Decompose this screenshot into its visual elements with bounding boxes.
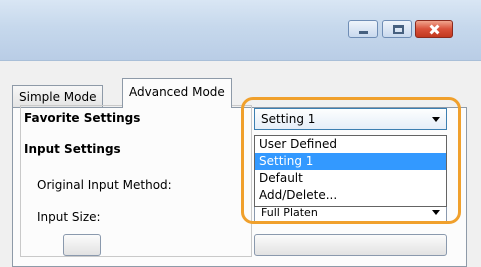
dropdown-option-add-delete[interactable]: Add/Delete... bbox=[255, 187, 446, 204]
dropdown-option-user-defined[interactable]: User Defined bbox=[255, 136, 446, 153]
dropdown-option-setting-1[interactable]: Setting 1 bbox=[255, 153, 446, 170]
close-button[interactable] bbox=[415, 20, 453, 38]
dropdown-option-default[interactable]: Default bbox=[255, 170, 446, 187]
favorite-settings-selected-value: Setting 1 bbox=[261, 112, 316, 126]
favorite-settings-select[interactable]: Setting 1 bbox=[254, 108, 447, 130]
preview-button[interactable] bbox=[63, 234, 101, 256]
chevron-down-icon bbox=[432, 117, 440, 122]
original-input-method-label: Original Input Method: bbox=[37, 178, 172, 192]
tab-simple-mode[interactable]: Simple Mode bbox=[12, 85, 104, 107]
minimize-button[interactable] bbox=[348, 20, 378, 38]
input-size-label: Input Size: bbox=[37, 210, 101, 224]
tab-advanced-mode[interactable]: Advanced Mode bbox=[122, 78, 232, 108]
maximize-button[interactable] bbox=[382, 20, 412, 38]
favorite-settings-dropdown: User Defined Setting 1 Default Add/Delet… bbox=[254, 135, 447, 207]
title-bar bbox=[0, 0, 481, 61]
orientation-button[interactable] bbox=[254, 234, 447, 256]
